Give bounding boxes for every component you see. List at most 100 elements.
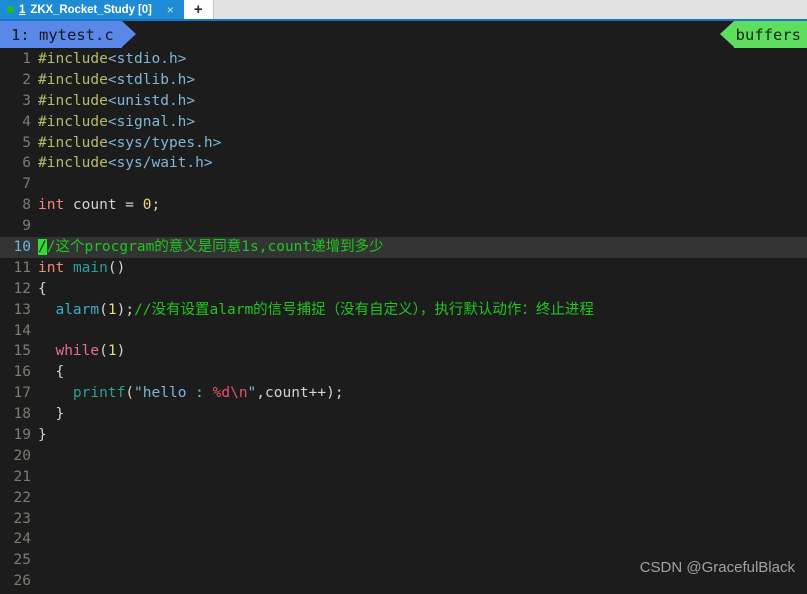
line-number: 23 (13, 510, 31, 527)
code-token: int (38, 197, 65, 214)
code-line[interactable]: 11 int main() (0, 258, 807, 279)
line-number: 7 (22, 176, 31, 193)
code-token: #include (38, 134, 108, 151)
line-number: 9 (22, 218, 31, 235)
code-text: int main() (38, 258, 807, 279)
code-line[interactable]: 10 //这个procgram的意义是同意1s,count递增到多少 (0, 237, 807, 258)
code-line[interactable]: 7 (0, 174, 807, 195)
code-token: () (107, 259, 126, 276)
code-line[interactable]: 8 int count = 0; (0, 195, 807, 216)
line-number: 21 (13, 468, 31, 485)
code-token: <signal.h> (107, 113, 196, 130)
code-token: #include (38, 51, 108, 67)
code-text: #include<unistd.h> (38, 91, 807, 112)
code-token: alarm (55, 301, 100, 318)
line-number: 12 (13, 280, 31, 297)
code-text: printf("hello : %d\n",count++); (38, 383, 807, 404)
code-token: %d\n (212, 385, 248, 402)
code-token: #include (38, 155, 108, 172)
code-line[interactable]: 16 { (0, 362, 807, 383)
code-text: #include<stdio.h> (38, 49, 807, 70)
buffers-label-arrow-icon (719, 21, 734, 47)
tab-number: 1 (19, 3, 26, 16)
code-line[interactable]: 19} (0, 425, 807, 446)
line-number: 20 (13, 447, 31, 464)
code-editor[interactable]: 1 #include<stdio.h> 2 #include<stdlib.h> 3 #i… (0, 48, 807, 594)
code-line[interactable]: 6 #include<sys/wait.h> (0, 153, 807, 174)
code-line[interactable]: 23 (0, 509, 807, 530)
line-number: 1 (22, 51, 31, 67)
code-token: { (38, 280, 47, 297)
code-line[interactable]: 14 (0, 321, 807, 342)
code-text: #include<signal.h> (38, 112, 807, 133)
close-icon[interactable]: × (157, 3, 180, 17)
code-token: 1 (107, 343, 117, 360)
tab-title: ZKX_Rocket_Study [0] (30, 3, 152, 16)
code-token: <sys/types.h> (107, 134, 222, 151)
terminal-tab[interactable]: 1 ZKX_Rocket_Study [0] × (0, 0, 184, 19)
code-token: count = (64, 197, 143, 214)
code-text: } (38, 425, 807, 446)
code-token: ; (151, 197, 161, 214)
watermark: CSDN @GracefulBlack (639, 559, 795, 576)
code-token: "hello : (134, 385, 213, 402)
code-token: //没有设置alarm的信号捕捉（没有自定义），执行默认动作：终止进程 (134, 301, 594, 318)
line-number: 18 (13, 406, 31, 423)
code-line[interactable]: 21 (0, 467, 807, 488)
code-token: int (38, 259, 65, 276)
code-line[interactable]: 3 #include<unistd.h> (0, 91, 807, 112)
code-token: } (38, 406, 65, 423)
code-body[interactable]: 1 #include<stdio.h> 2 #include<stdlib.h> 3 #i… (0, 49, 807, 592)
code-text: { (38, 362, 807, 383)
code-text: } (38, 404, 807, 425)
code-token: main (72, 259, 108, 276)
code-line[interactable]: 12 { (0, 279, 807, 300)
line-number: 4 (22, 113, 31, 130)
line-number: 5 (22, 134, 31, 151)
line-number: 8 (22, 197, 31, 214)
new-tab-button[interactable]: + (183, 0, 214, 19)
code-token: ( (125, 385, 135, 402)
code-line[interactable]: 15 while(1) (0, 341, 807, 362)
code-token: ( (99, 301, 108, 318)
code-token: } (38, 427, 47, 444)
code-line[interactable]: 1 #include<stdio.h> (0, 49, 807, 70)
code-line[interactable]: 13 alarm(1);//没有设置alarm的信号捕捉（没有自定义），执行默认… (0, 300, 807, 321)
code-text: #include<sys/types.h> (38, 133, 807, 154)
line-number: 16 (13, 364, 31, 381)
code-token: <stdio.h> (107, 51, 187, 67)
line-number: 13 (13, 301, 31, 318)
code-token: ( (99, 343, 108, 360)
code-line[interactable]: 22 (0, 488, 807, 509)
terminal-tab-bar: 1 ZKX_Rocket_Study [0] × + (0, 0, 807, 21)
code-line[interactable]: 9 (0, 216, 807, 237)
buffer-tab-mytest-c[interactable]: 1: mytest.c (0, 21, 122, 48)
line-number: 2 (22, 71, 31, 88)
code-line[interactable]: 20 (0, 446, 807, 467)
line-number: 3 (22, 92, 31, 109)
line-number: 26 (13, 573, 31, 590)
code-token: ); (116, 301, 135, 318)
code-text: //这个procgram的意义是同意1s,count递增到多少 (38, 237, 807, 258)
code-text: #include<sys/wait.h> (38, 153, 807, 174)
code-line[interactable]: 5 #include<sys/types.h> (0, 133, 807, 154)
buffer-line-spacer (136, 21, 720, 48)
code-token: 1 (107, 301, 117, 318)
code-line[interactable]: 18 } (0, 404, 807, 425)
line-number: 14 (13, 322, 31, 339)
code-token: #include (38, 113, 108, 130)
code-line[interactable]: 17 printf("hello : %d\n",count++); (0, 383, 807, 404)
code-line[interactable]: 4 #include<signal.h> (0, 112, 807, 133)
code-line[interactable]: 2 #include<stdlib.h> (0, 70, 807, 91)
vim-buffer-line: 1: mytest.c buffers (0, 21, 807, 48)
code-token: while (55, 343, 100, 360)
code-token: 0 (142, 197, 152, 214)
code-line[interactable]: 24 (0, 529, 807, 550)
text-cursor: / (38, 239, 47, 256)
buffer-tab-arrow-icon (121, 21, 136, 47)
code-token: { (38, 364, 65, 381)
buffers-label[interactable]: buffers (733, 21, 807, 48)
code-text: while(1) (38, 341, 807, 362)
